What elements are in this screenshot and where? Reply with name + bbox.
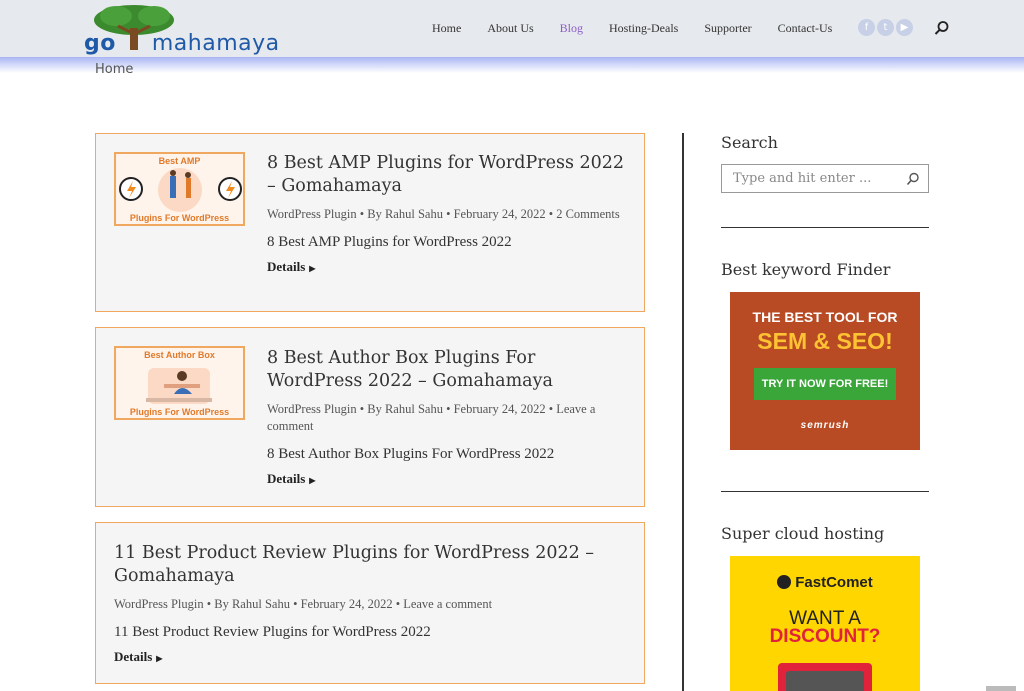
thumbnail-subtitle: Plugins For WordPress bbox=[129, 213, 230, 223]
post-title[interactable]: 8 Best AMP Plugins for WordPress 2022 – … bbox=[267, 152, 626, 198]
search-widget-title: Search bbox=[721, 133, 778, 152]
fastcomet-brand-text: FastComet bbox=[795, 574, 873, 591]
logo-go: go bbox=[84, 31, 116, 56]
post-title[interactable]: 8 Best Author Box Plugins For WordPress … bbox=[267, 347, 626, 393]
site-header: go mahamaya Home About Us Blog Hosting-De… bbox=[0, 0, 1024, 57]
post-excerpt: 11 Best Product Review Plugins for WordP… bbox=[114, 624, 431, 640]
ad-headline: THE BEST TOOL FOR bbox=[752, 309, 898, 325]
details-link[interactable]: Details ▶ bbox=[267, 259, 315, 275]
nav-home[interactable]: Home bbox=[432, 20, 461, 36]
post-thumbnail[interactable]: Best AMP Plugins For WordPress bbox=[114, 152, 245, 226]
post-content: 11 Best Product Review Plugins for WordP… bbox=[114, 542, 626, 665]
hosting-widget-title: Super cloud hosting bbox=[721, 524, 885, 543]
search-icon[interactable] bbox=[934, 20, 950, 36]
keyword-widget-title: Best keyword Finder bbox=[721, 260, 891, 279]
ad-subheadline: SEM & SEO! bbox=[757, 328, 893, 354]
post-meta: WordPress Plugin • By Rahul Sahu • Febru… bbox=[267, 402, 596, 433]
post-card: Best Author Box Plugins For WordPress 8 … bbox=[95, 327, 645, 507]
nav-hosting-deals[interactable]: Hosting-Deals bbox=[609, 20, 678, 36]
post-excerpt: 8 Best Author Box Plugins For WordPress … bbox=[267, 446, 555, 462]
sidebar-search bbox=[721, 164, 929, 193]
caret-right-icon: ▶ bbox=[309, 475, 316, 485]
site-logo[interactable]: go mahamaya bbox=[78, 4, 303, 56]
post-card: 11 Best Product Review Plugins for WordP… bbox=[95, 522, 645, 684]
search-input[interactable] bbox=[722, 165, 892, 192]
nav-about-us[interactable]: About Us bbox=[487, 20, 533, 36]
post-meta: WordPress Plugin • By Rahul Sahu • Febru… bbox=[114, 597, 493, 611]
logo-wordmark: go mahamaya bbox=[84, 31, 280, 56]
semrush-ad-banner[interactable]: THE BEST TOOL FOR SEM & SEO! TRY IT NOW … bbox=[730, 292, 920, 450]
content-sidebar-divider bbox=[682, 133, 684, 691]
details-label: Details bbox=[267, 259, 306, 274]
header-gradient bbox=[0, 57, 1024, 73]
post-meta: WordPress Plugin • By Rahul Sahu • Febru… bbox=[267, 207, 620, 221]
caret-right-icon: ▶ bbox=[309, 263, 316, 273]
thumbnail-subtitle: Plugins For WordPress bbox=[129, 407, 230, 417]
ad-subheadline: DISCOUNT? bbox=[769, 626, 881, 647]
post-excerpt: 8 Best AMP Plugins for WordPress 2022 bbox=[267, 234, 512, 250]
breadcrumb[interactable]: Home bbox=[95, 62, 133, 77]
logo-mahamaya: mahamaya bbox=[151, 31, 280, 56]
main-nav: Home About Us Blog Hosting-Deals Support… bbox=[432, 20, 858, 36]
ad-graphic bbox=[778, 663, 872, 691]
details-label: Details bbox=[114, 649, 153, 664]
widget-divider bbox=[721, 491, 929, 492]
comet-icon bbox=[777, 575, 792, 589]
social-links: f t ▶ bbox=[858, 19, 915, 36]
details-label: Details bbox=[267, 471, 306, 486]
nav-contact-us[interactable]: Contact-Us bbox=[778, 20, 833, 36]
ad-cta-button[interactable]: TRY IT NOW FOR FREE! bbox=[754, 368, 896, 400]
youtube-icon[interactable]: ▶ bbox=[896, 19, 913, 36]
semrush-logo: semrush bbox=[800, 420, 850, 431]
post-thumbnail[interactable]: Best Author Box Plugins For WordPress bbox=[114, 346, 245, 420]
post-content: 8 Best Author Box Plugins For WordPress … bbox=[267, 347, 626, 487]
post-content: 8 Best AMP Plugins for WordPress 2022 – … bbox=[267, 152, 626, 275]
facebook-icon[interactable]: f bbox=[858, 19, 875, 36]
fastcomet-logo: FastComet bbox=[730, 574, 920, 591]
search-icon[interactable] bbox=[906, 172, 920, 186]
widget-divider bbox=[721, 227, 929, 228]
nav-blog[interactable]: Blog bbox=[560, 20, 583, 36]
caret-right-icon: ▶ bbox=[156, 653, 163, 663]
post-title[interactable]: 11 Best Product Review Plugins for WordP… bbox=[114, 542, 626, 588]
fastcomet-ad-banner[interactable]: FastComet WANT A DISCOUNT? bbox=[730, 556, 920, 691]
details-link[interactable]: Details ▶ bbox=[267, 471, 315, 487]
ad-graphic-inner bbox=[786, 671, 864, 691]
twitter-icon[interactable]: t bbox=[877, 19, 894, 36]
details-link[interactable]: Details ▶ bbox=[114, 649, 162, 665]
post-card: Best AMP Plugins For WordPress 8 Best AM… bbox=[95, 133, 645, 312]
nav-supporter[interactable]: Supporter bbox=[704, 20, 751, 36]
scrollbar-corner[interactable] bbox=[986, 686, 1016, 691]
